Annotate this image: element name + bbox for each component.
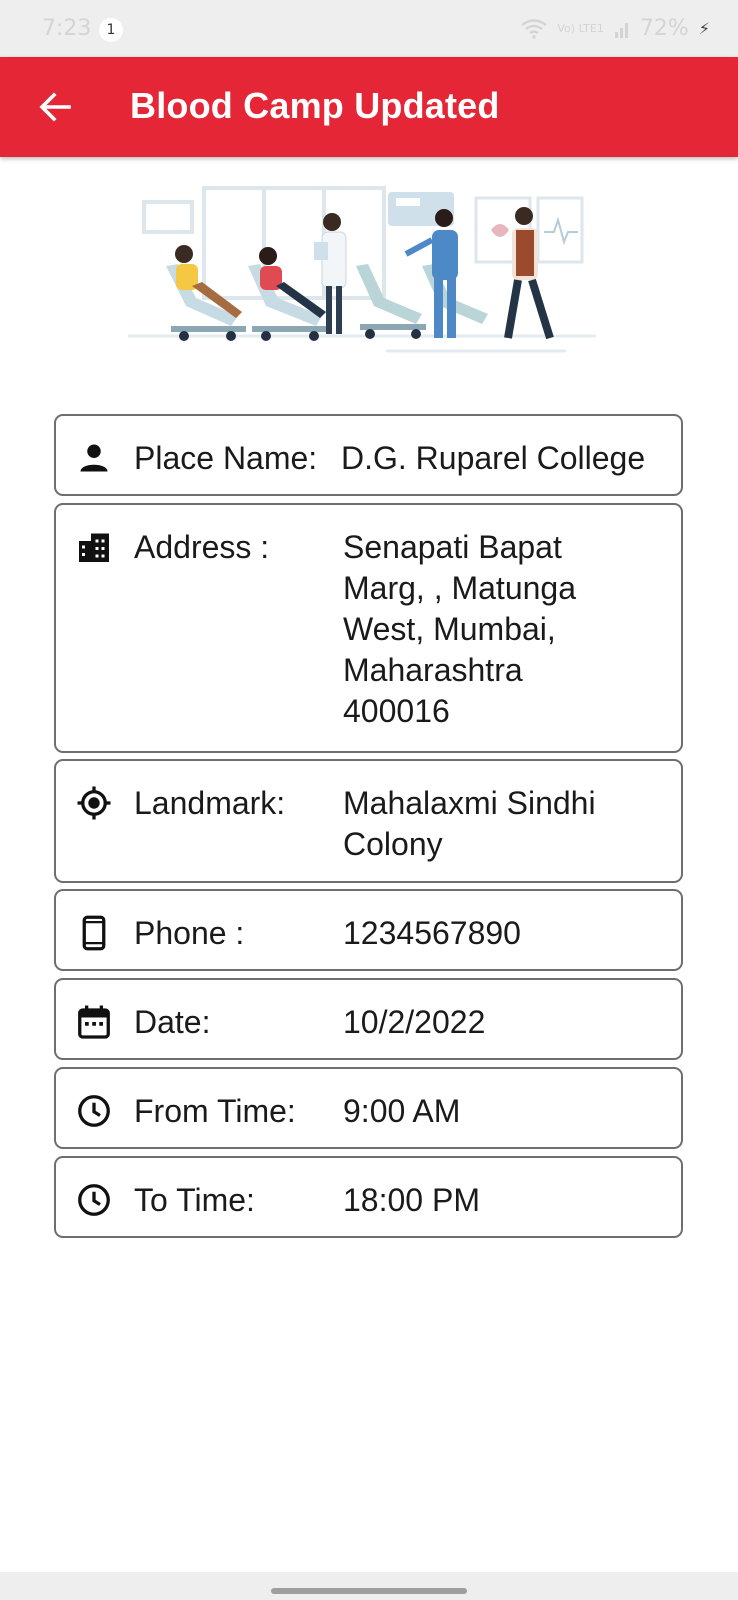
date-label: Date:: [134, 1004, 211, 1040]
navigation-bar: [0, 1572, 738, 1600]
person-icon: [80, 444, 108, 472]
page-title: Blood Camp Updated: [130, 85, 500, 126]
phone-label: Phone :: [134, 915, 245, 951]
place-name-card: Place Name: D.G. Ruparel College: [54, 414, 683, 496]
from-time-label: From Time:: [134, 1093, 296, 1129]
network-type-label: Vo) LTE1: [557, 22, 604, 35]
calendar-icon: [78, 1005, 110, 1039]
date-card: Date: 10/2/2022: [54, 978, 683, 1060]
phone-card: Phone : 1234567890: [54, 889, 683, 971]
landmark-card: Landmark: Mahalaxmi Sindhi Colony: [54, 759, 683, 883]
signal-icon: [614, 22, 628, 38]
notification-count-badge: 1: [99, 18, 123, 42]
blood-donation-illustration: [128, 186, 596, 353]
app-bar: Blood Camp Updated: [0, 57, 738, 157]
landmark-label: Landmark:: [134, 785, 286, 821]
status-icons: Vo) LTE1 72% ⚡: [521, 16, 710, 41]
to-time-value: 18:00 PM: [343, 1182, 480, 1218]
wifi-icon: [521, 18, 548, 39]
clock-icon: [78, 1095, 110, 1127]
arrow-back-icon: [39, 92, 71, 122]
landmark-value: Mahalaxmi Sindhi Colony: [343, 785, 596, 862]
status-time: 7:23: [42, 16, 92, 41]
location-target-icon: [77, 786, 111, 820]
phone-value: 1234567890: [343, 915, 521, 951]
date-value: 10/2/2022: [343, 1004, 486, 1040]
home-gesture-handle[interactable]: [271, 1588, 467, 1594]
place-name-label: Place Name:: [134, 440, 318, 476]
to-time-label: To Time:: [134, 1182, 255, 1218]
smartphone-icon: [82, 915, 106, 951]
address-card: Address : Senapati Bapat Marg, , Matunga…: [54, 503, 683, 753]
battery-percent: 72%: [639, 16, 689, 41]
from-time-value: 9:00 AM: [343, 1093, 461, 1129]
from-time-card: From Time: 9:00 AM: [54, 1067, 683, 1149]
charging-icon: ⚡: [698, 19, 710, 38]
back-button[interactable]: [30, 82, 80, 132]
address-label: Address :: [134, 529, 270, 565]
to-time-card: To Time: 18:00 PM: [54, 1156, 683, 1238]
address-value: Senapati Bapat Marg, , Matunga West, Mum…: [343, 529, 576, 729]
clock-icon: [78, 1184, 110, 1216]
building-icon: [79, 533, 109, 562]
status-bar: 7:23 1 Vo) LTE1 72% ⚡: [0, 0, 738, 57]
place-name-value: D.G. Ruparel College: [341, 440, 646, 476]
